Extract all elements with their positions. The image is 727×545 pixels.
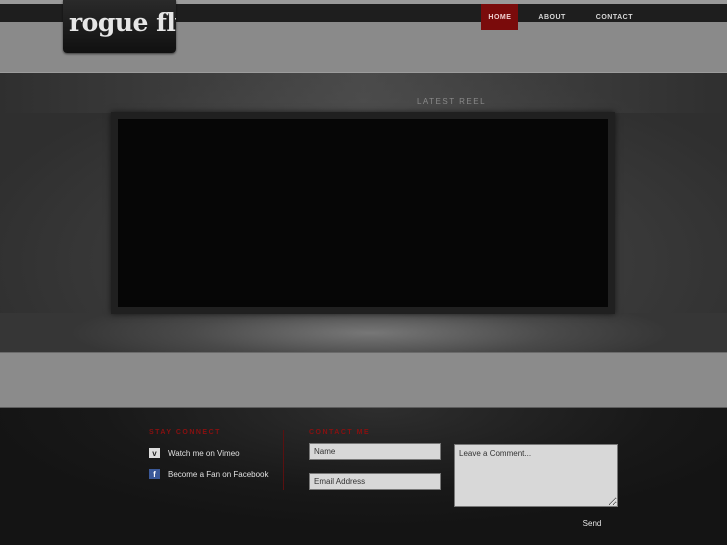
reel-section: LATEST REEL — [0, 73, 727, 353]
footer-divider — [283, 430, 284, 490]
facebook-icon: f — [149, 469, 160, 479]
logo[interactable]: rogue fly — [63, 0, 176, 53]
email-input[interactable] — [309, 473, 441, 490]
reel-glow — [0, 73, 727, 113]
vimeo-icon: v — [149, 448, 160, 458]
footer: STAY CONNECT v Watch me on Vimeo f Becom… — [0, 408, 727, 545]
nav-item-contact[interactable]: CONTACT — [586, 4, 643, 30]
nav-item-about[interactable]: ABOUT — [528, 4, 575, 30]
facebook-link-label: Become a Fan on Facebook — [168, 469, 269, 479]
main-nav: HOME ABOUT CONTACT — [481, 4, 643, 30]
reel-title: LATEST REEL — [416, 97, 487, 106]
name-input[interactable] — [309, 443, 441, 460]
send-button[interactable]: Send — [576, 516, 608, 530]
page: rogue fly HOME ABOUT CONTACT LATEST REEL… — [0, 0, 727, 545]
nav-item-home[interactable]: HOME — [481, 4, 519, 30]
stay-connect-heading: STAY CONNECT — [149, 429, 221, 436]
vimeo-link-label: Watch me on Vimeo — [168, 448, 240, 458]
vimeo-link[interactable]: v Watch me on Vimeo — [149, 448, 240, 458]
contact-heading: CONTACT ME — [309, 429, 371, 436]
comment-textarea[interactable] — [454, 444, 618, 507]
facebook-link[interactable]: f Become a Fan on Facebook — [149, 469, 269, 479]
mid-band — [0, 353, 727, 408]
video-player[interactable] — [111, 112, 615, 314]
reel-floor — [0, 313, 727, 352]
video-screen[interactable] — [118, 119, 608, 307]
logo-text: rogue fly — [69, 8, 176, 37]
